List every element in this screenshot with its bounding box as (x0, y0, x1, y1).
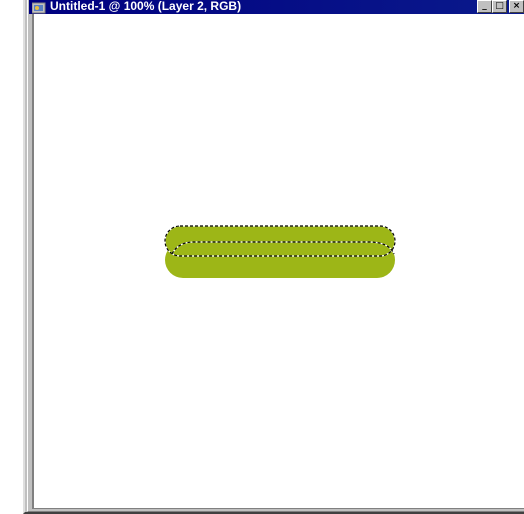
window-title: Untitled-1 @ 100% (Layer 2, RGB) (50, 0, 242, 13)
minimize-button[interactable]: _ (477, 0, 492, 13)
document-window: Untitled-1 @ 100% (Layer 2, RGB) _ □ × (23, 0, 524, 514)
minimize-icon: _ (482, 1, 487, 11)
desktop-background (0, 0, 23, 514)
document-canvas[interactable] (32, 14, 524, 509)
pill-shape-graphic (164, 225, 396, 278)
maximize-button[interactable]: □ (492, 0, 507, 13)
pill-shape-layer[interactable] (164, 224, 404, 284)
title-bar[interactable]: Untitled-1 @ 100% (Layer 2, RGB) _ □ × (29, 0, 524, 14)
close-button[interactable]: × (509, 0, 524, 13)
photoshop-document-icon[interactable] (31, 1, 46, 14)
caption-buttons: _ □ × (477, 0, 524, 13)
close-icon: × (512, 1, 521, 11)
maximize-icon: □ (495, 1, 504, 11)
